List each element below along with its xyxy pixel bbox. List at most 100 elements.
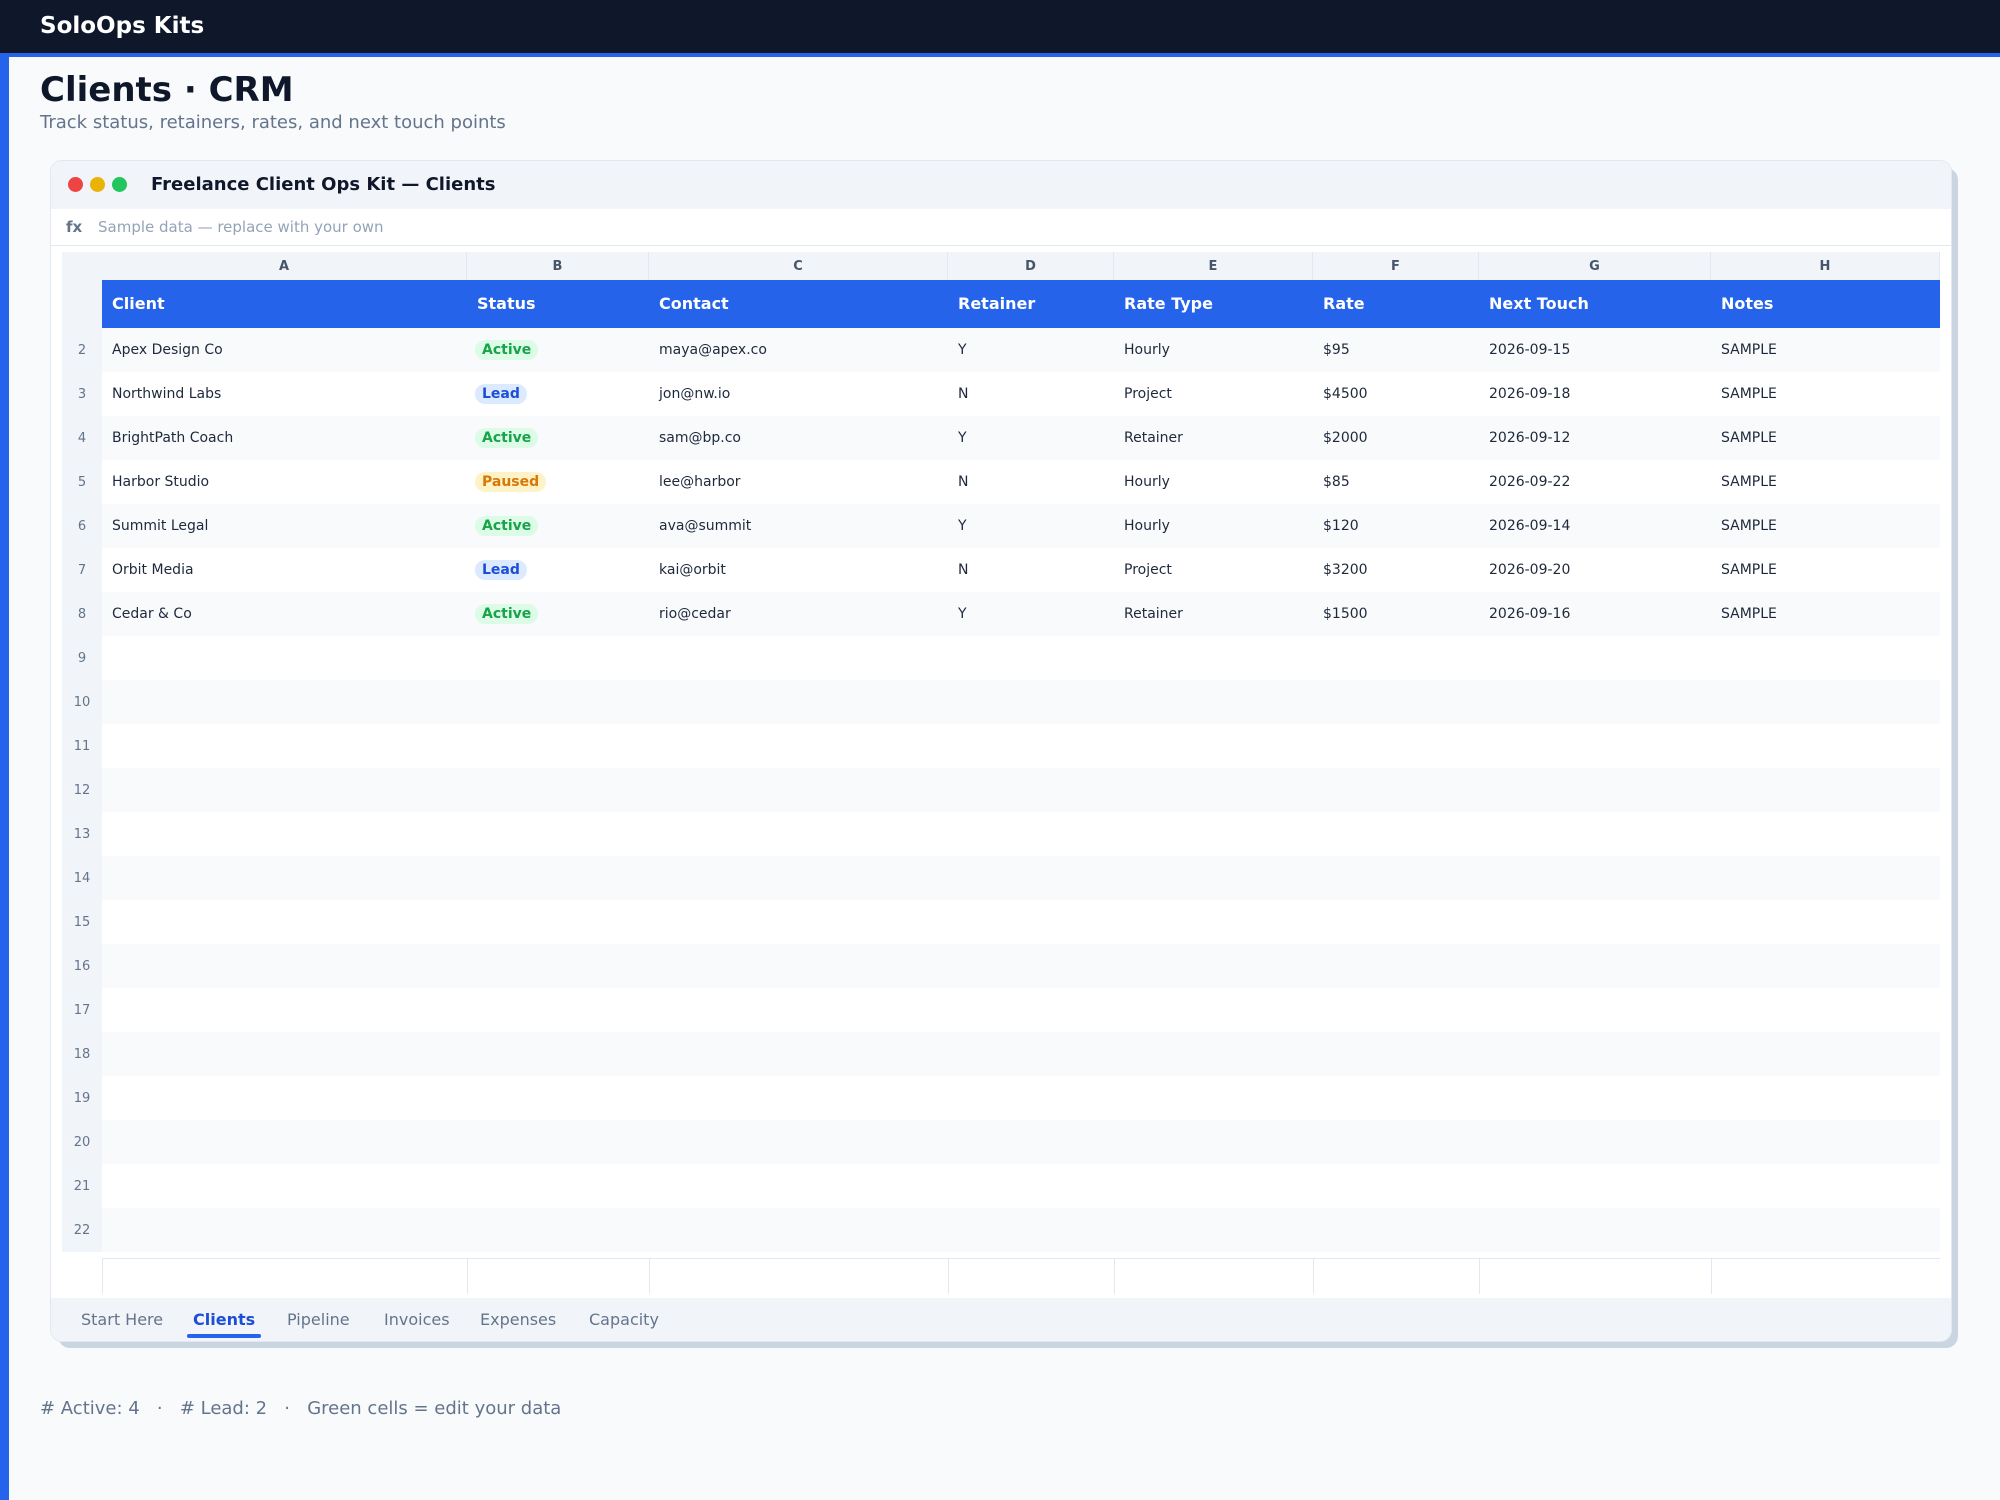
row-number[interactable]: 20 bbox=[62, 1120, 102, 1164]
row-number[interactable]: 9 bbox=[62, 636, 102, 680]
status-badge[interactable]: Active bbox=[475, 340, 539, 360]
minimize-window-icon[interactable] bbox=[90, 177, 105, 192]
header-cell-notes[interactable]: Notes bbox=[1721, 280, 1773, 328]
cell-next-touch[interactable]: 2026-09-22 bbox=[1489, 460, 1570, 504]
empty-row[interactable] bbox=[102, 856, 1940, 900]
empty-row[interactable] bbox=[102, 1120, 1940, 1164]
cell-notes[interactable]: SAMPLE bbox=[1721, 548, 1777, 592]
cell-contact[interactable]: lee@harbor bbox=[659, 460, 741, 504]
empty-row[interactable] bbox=[102, 1032, 1940, 1076]
row-number[interactable]: 6 bbox=[62, 504, 102, 548]
cell-rate[interactable]: $95 bbox=[1323, 328, 1350, 372]
cell-notes[interactable]: SAMPLE bbox=[1721, 504, 1777, 548]
cell-client[interactable]: Orbit Media bbox=[112, 548, 194, 592]
row-number[interactable]: 22 bbox=[62, 1208, 102, 1252]
grid-corner[interactable] bbox=[62, 252, 102, 280]
cell-contact[interactable]: sam@bp.co bbox=[659, 416, 741, 460]
tab-capacity[interactable]: Capacity bbox=[589, 1310, 659, 1329]
cell-client[interactable]: BrightPath Coach bbox=[112, 416, 233, 460]
cell-rate-type[interactable]: Hourly bbox=[1124, 328, 1170, 372]
status-badge[interactable]: Active bbox=[475, 516, 539, 536]
row-number[interactable]: 8 bbox=[62, 592, 102, 636]
empty-row[interactable] bbox=[102, 636, 1940, 680]
cell-client[interactable]: Northwind Labs bbox=[112, 372, 221, 416]
tab-invoices[interactable]: Invoices bbox=[384, 1310, 450, 1329]
cell-next-touch[interactable]: 2026-09-20 bbox=[1489, 548, 1570, 592]
cell-retainer[interactable]: N bbox=[958, 548, 968, 592]
row-number[interactable]: 12 bbox=[62, 768, 102, 812]
cell-next-touch[interactable]: 2026-09-14 bbox=[1489, 504, 1570, 548]
header-cell-rate-type[interactable]: Rate Type bbox=[1124, 280, 1213, 328]
cell-rate-type[interactable]: Hourly bbox=[1124, 504, 1170, 548]
row-number[interactable]: 16 bbox=[62, 944, 102, 988]
row-number[interactable]: 5 bbox=[62, 460, 102, 504]
cell-rate-type[interactable]: Retainer bbox=[1124, 416, 1183, 460]
cell-client[interactable]: Cedar & Co bbox=[112, 592, 192, 636]
cell-next-touch[interactable]: 2026-09-16 bbox=[1489, 592, 1570, 636]
cell-rate[interactable]: $1500 bbox=[1323, 592, 1368, 636]
cell-rate[interactable]: $85 bbox=[1323, 460, 1350, 504]
cell-retainer[interactable]: Y bbox=[958, 328, 967, 372]
tab-expenses[interactable]: Expenses bbox=[480, 1310, 556, 1329]
maximize-window-icon[interactable] bbox=[112, 177, 127, 192]
cell-rate-type[interactable]: Retainer bbox=[1124, 592, 1183, 636]
row-number[interactable]: 7 bbox=[62, 548, 102, 592]
cell-retainer[interactable]: Y bbox=[958, 416, 967, 460]
row-number[interactable]: 18 bbox=[62, 1032, 102, 1076]
empty-row[interactable] bbox=[102, 988, 1940, 1032]
column-header-d[interactable]: D bbox=[948, 252, 1114, 280]
cell-retainer[interactable]: N bbox=[958, 460, 968, 504]
header-cell-next-touch[interactable]: Next Touch bbox=[1489, 280, 1589, 328]
cell-rate-type[interactable]: Project bbox=[1124, 548, 1172, 592]
cell-notes[interactable]: SAMPLE bbox=[1721, 328, 1777, 372]
row-number[interactable]: 19 bbox=[62, 1076, 102, 1120]
column-header-h[interactable]: H bbox=[1711, 252, 1940, 280]
row-number[interactable]: 14 bbox=[62, 856, 102, 900]
cell-client[interactable]: Summit Legal bbox=[112, 504, 208, 548]
cell-rate[interactable]: $120 bbox=[1323, 504, 1359, 548]
empty-row[interactable] bbox=[102, 768, 1940, 812]
cell-contact[interactable]: jon@nw.io bbox=[659, 372, 730, 416]
row-number[interactable]: 21 bbox=[62, 1164, 102, 1208]
cell-notes[interactable]: SAMPLE bbox=[1721, 460, 1777, 504]
row-number[interactable]: 13 bbox=[62, 812, 102, 856]
row-number[interactable]: 2 bbox=[62, 328, 102, 372]
cell-rate[interactable]: $2000 bbox=[1323, 416, 1368, 460]
empty-row[interactable] bbox=[102, 900, 1940, 944]
header-cell-status[interactable]: Status bbox=[477, 280, 536, 328]
status-badge[interactable]: Active bbox=[475, 428, 539, 448]
column-header-e[interactable]: E bbox=[1114, 252, 1313, 280]
cell-notes[interactable]: SAMPLE bbox=[1721, 372, 1777, 416]
cell-retainer[interactable]: Y bbox=[958, 504, 967, 548]
status-badge[interactable]: Active bbox=[475, 604, 539, 624]
cell-next-touch[interactable]: 2026-09-15 bbox=[1489, 328, 1570, 372]
empty-row[interactable] bbox=[102, 1164, 1940, 1208]
empty-row[interactable] bbox=[102, 724, 1940, 768]
column-header-c[interactable]: C bbox=[649, 252, 948, 280]
cell-rate[interactable]: $3200 bbox=[1323, 548, 1368, 592]
cell-retainer[interactable]: Y bbox=[958, 592, 967, 636]
header-cell-retainer[interactable]: Retainer bbox=[958, 280, 1035, 328]
header-cell-contact[interactable]: Contact bbox=[659, 280, 729, 328]
close-window-icon[interactable] bbox=[68, 177, 83, 192]
tab-clients[interactable]: Clients bbox=[193, 1310, 255, 1329]
cell-rate-type[interactable]: Project bbox=[1124, 372, 1172, 416]
header-cell-client[interactable]: Client bbox=[112, 280, 165, 328]
row-number[interactable]: 3 bbox=[62, 372, 102, 416]
empty-row[interactable] bbox=[102, 812, 1940, 856]
cell-contact[interactable]: rio@cedar bbox=[659, 592, 731, 636]
empty-row[interactable] bbox=[102, 944, 1940, 988]
row-number[interactable]: 15 bbox=[62, 900, 102, 944]
header-cell-rate[interactable]: Rate bbox=[1323, 280, 1365, 328]
empty-row[interactable] bbox=[102, 1208, 1940, 1252]
cell-rate-type[interactable]: Hourly bbox=[1124, 460, 1170, 504]
cell-next-touch[interactable]: 2026-09-12 bbox=[1489, 416, 1570, 460]
empty-row[interactable] bbox=[102, 680, 1940, 724]
cell-retainer[interactable]: N bbox=[958, 372, 968, 416]
row-number[interactable]: 17 bbox=[62, 988, 102, 1032]
column-header-f[interactable]: F bbox=[1313, 252, 1479, 280]
column-header-a[interactable]: A bbox=[102, 252, 467, 280]
cell-next-touch[interactable]: 2026-09-18 bbox=[1489, 372, 1570, 416]
row-number[interactable]: 10 bbox=[62, 680, 102, 724]
cell-contact[interactable]: maya@apex.co bbox=[659, 328, 767, 372]
